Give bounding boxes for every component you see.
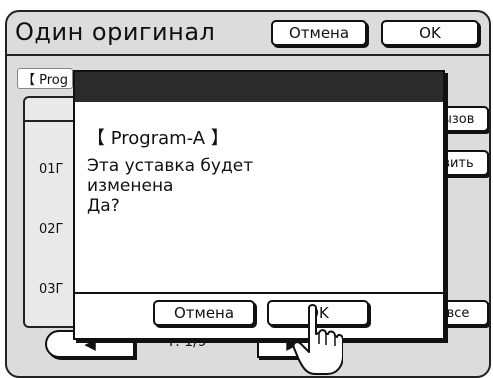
dialog-message: Эта уставка будет изменена Да? — [87, 156, 254, 216]
hand-pointer-icon — [293, 304, 343, 375]
dialog-title-bar — [75, 72, 443, 102]
cancel-button[interactable]: Отмена — [271, 20, 367, 46]
confirm-dialog: 【 Program-A 】 Эта уставка будет изменена… — [73, 70, 445, 340]
program-tag: 【 Prog — [17, 68, 74, 89]
dialog-cancel-button[interactable]: Отмена — [153, 300, 255, 326]
row-label-3: 03Г — [39, 282, 64, 297]
dialog-program-name: 【 Program-A 】 — [87, 128, 229, 149]
row-label-2: 02Г — [39, 222, 64, 237]
row-label-1: 01Г — [39, 162, 64, 177]
dialog-footer: Отмена OK — [75, 292, 443, 338]
page-title: Один оригинал — [15, 18, 216, 46]
header-divider — [7, 54, 489, 56]
ok-button[interactable]: OK — [381, 20, 479, 46]
panel-screen: Один оригинал Отмена OK 【 Prog 01Г 02Г 0… — [5, 10, 491, 378]
